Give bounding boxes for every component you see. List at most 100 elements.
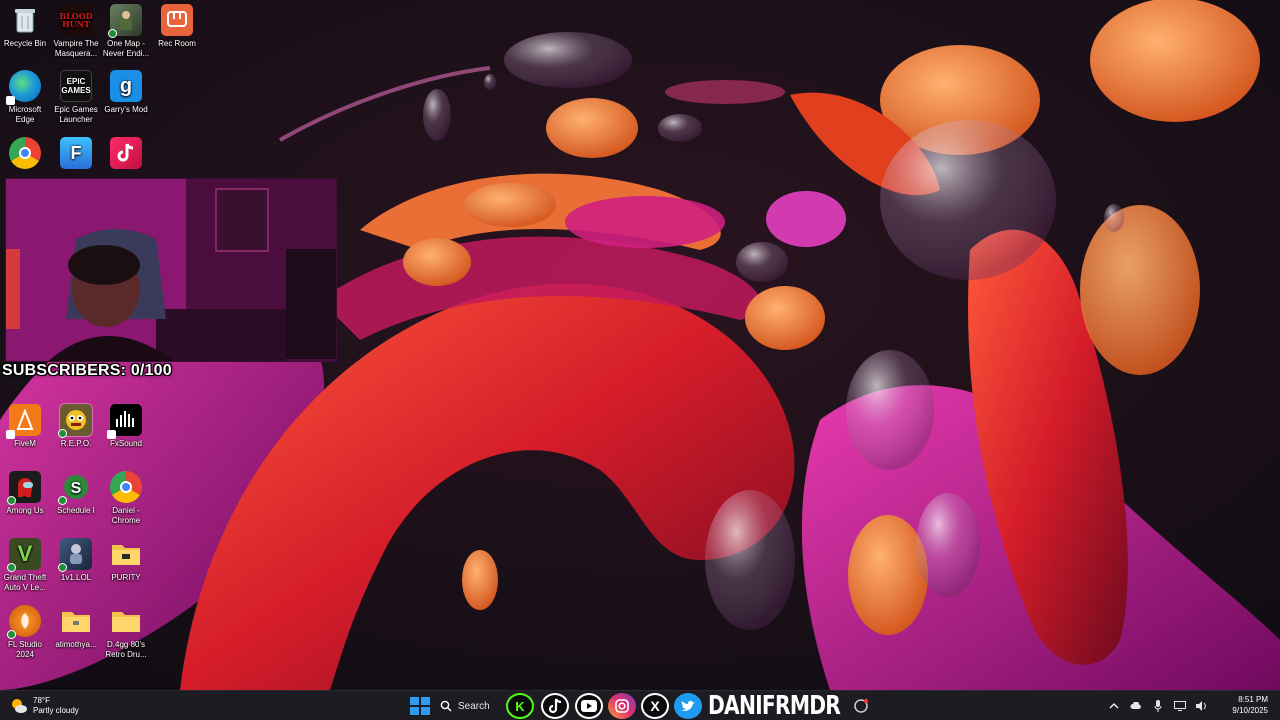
desktop-icon-purity[interactable]: PURITY	[101, 538, 151, 583]
desktop-icon-microsoft-edge[interactable]: Microsoft Edge	[0, 70, 50, 125]
taskbar-clock[interactable]: 8:51 PM 9/10/2025	[1232, 694, 1268, 716]
search-label: Search	[458, 700, 490, 712]
desktop-icon-garrys-mod[interactable]: g Garry's Mod	[101, 70, 151, 115]
desktop-icon-label: Grand Theft Auto V Le...	[3, 573, 47, 592]
desktop-icon-label: Microsoft Edge	[8, 105, 42, 124]
desktop-icon-label: Epic Games Launcher	[54, 105, 98, 124]
shortcut-arrow-icon	[6, 96, 15, 105]
fl-studio-icon	[7, 605, 41, 639]
chevron-up-icon[interactable]	[1108, 700, 1120, 712]
system-tray	[1108, 697, 1208, 715]
search-button[interactable]: Search	[440, 697, 490, 715]
schedule-i-icon: S	[58, 471, 92, 505]
chrome-profile-icon	[110, 471, 142, 503]
clock-date: 9/10/2025	[1232, 706, 1268, 715]
desktop-icon-daniel-chrome[interactable]: Daniel - Chrome	[101, 471, 151, 526]
youtube-icon	[575, 693, 603, 719]
desktop-icon-retro-drum[interactable]: D.4gg 80's Retro Dru...	[101, 605, 151, 660]
tiktok-icon	[541, 693, 569, 719]
desktop-icon-schedule-i[interactable]: S Schedule I	[51, 471, 101, 516]
desktop-icon-label: FiveM	[14, 439, 36, 448]
desktop-icon-label: Rec Room	[158, 39, 196, 48]
svg-text:S: S	[71, 480, 82, 497]
recycle-bin-icon	[9, 4, 41, 36]
desktop-icon-label: 1v1.LOL	[60, 573, 92, 582]
desktop-icon-chrome[interactable]	[0, 137, 50, 172]
rec-room-icon	[161, 4, 193, 36]
garrys-mod-icon: g	[110, 70, 142, 102]
desktop-icon-fivem[interactable]: FiveM	[0, 404, 50, 449]
desktop-icon-label: FL Studio 2024	[8, 640, 42, 659]
snipping-tool-icon[interactable]	[850, 693, 872, 719]
one-map-icon	[108, 4, 142, 38]
gta-v-icon: V	[7, 538, 41, 572]
desktop-icon-fl-studio[interactable]: FL Studio 2024	[0, 605, 50, 660]
folder-icon	[110, 538, 142, 570]
microphone-icon[interactable]	[1152, 700, 1164, 712]
folder-icon	[60, 605, 92, 637]
desktop-icon-fortnite[interactable]: F	[51, 137, 101, 172]
desktop-icon-label: Daniel - Chrome	[111, 506, 141, 525]
1v1-lol-icon	[58, 538, 92, 572]
desktop-icon-among-us[interactable]: Among Us	[0, 471, 50, 516]
sync-check-icon	[58, 429, 67, 438]
twitter-icon	[674, 693, 702, 719]
shortcut-arrow-icon	[107, 430, 116, 439]
chrome-icon	[9, 137, 41, 169]
desktop-icon-label: atimothya...	[55, 640, 97, 649]
desktop-icon-label: Garry's Mod	[104, 105, 148, 114]
weather-widget[interactable]: 78°F Partly cloudy	[10, 694, 79, 718]
sync-check-icon	[58, 563, 67, 572]
desktop-icon-label: FxSound	[109, 439, 143, 448]
sync-check-icon	[7, 563, 16, 572]
epic-games-icon: EPIC GAMES	[60, 70, 92, 102]
sync-check-icon	[108, 29, 117, 38]
repo-icon	[58, 403, 93, 438]
taskbar: 78°F Partly cloudy Search K X DANIFRMDR …	[0, 690, 1280, 720]
windows-logo-icon	[410, 697, 419, 705]
desktop-icon-rec-room[interactable]: Rec Room	[152, 4, 202, 49]
desktop-icon-label: Recycle Bin	[3, 39, 47, 48]
desktop-icon-label: D.4gg 80's Retro Dru...	[105, 640, 147, 659]
display-icon[interactable]	[1174, 700, 1186, 712]
edge-icon	[6, 70, 41, 105]
webcam-overlay	[5, 178, 337, 362]
weather-description: Partly cloudy	[33, 706, 79, 715]
desktop-icon-vampire-masquerade[interactable]: BLOOD HUNT Vampire The Masquera...	[51, 4, 101, 59]
desktop-icon-gta-v[interactable]: V Grand Theft Auto V Le...	[0, 538, 50, 593]
sync-check-icon	[58, 496, 67, 505]
desktop-icon-label: Schedule I	[57, 506, 95, 515]
channel-brand-text: DANIFRMDR	[708, 691, 841, 720]
fortnite-icon: F	[60, 137, 92, 169]
weather-temperature: 78°F	[33, 696, 50, 705]
desktop-icon-repo[interactable]: R.E.P.O.	[51, 403, 101, 449]
desktop-icon-one-map[interactable]: One Map - Never Endi...	[101, 4, 151, 59]
folder-icon	[110, 605, 142, 637]
kick-icon: K	[506, 693, 534, 719]
x-icon: X	[641, 693, 669, 719]
onedrive-cloud-icon[interactable]	[1130, 700, 1142, 712]
instagram-icon	[608, 693, 636, 719]
desktop-icon-1v1-lol[interactable]: 1v1.LOL	[51, 538, 101, 583]
webcam-feed	[6, 179, 336, 361]
desktop-icon-label: R.E.P.O.	[60, 439, 92, 448]
blood-hunt-icon: BLOOD HUNT	[59, 4, 93, 36]
start-button[interactable]	[409, 696, 430, 716]
desktop-icon-label: Vampire The Masquera...	[53, 39, 99, 58]
tiktok-live-icon	[110, 137, 142, 169]
sync-check-icon	[7, 630, 16, 639]
desktop-icon-label: Among Us	[6, 506, 44, 515]
fxsound-icon	[107, 404, 142, 439]
desktop-icon-atimothya[interactable]: atimothya...	[51, 605, 101, 650]
desktop-icon-fxsound[interactable]: FxSound	[101, 404, 151, 449]
volume-icon[interactable]	[1196, 700, 1208, 712]
search-icon	[440, 700, 452, 712]
desktop-icon-label: PURITY	[111, 573, 141, 582]
desktop-icon-recycle-bin[interactable]: Recycle Bin	[0, 4, 50, 49]
fivem-icon	[6, 404, 41, 439]
desktop-icon-tiktok-live[interactable]	[101, 137, 151, 172]
among-us-icon	[7, 471, 41, 505]
subscriber-counter: SUBSCRIBERS: 0/100	[2, 362, 172, 379]
shortcut-arrow-icon	[6, 430, 15, 439]
desktop-icon-epic-games[interactable]: EPIC GAMES Epic Games Launcher	[51, 70, 101, 125]
